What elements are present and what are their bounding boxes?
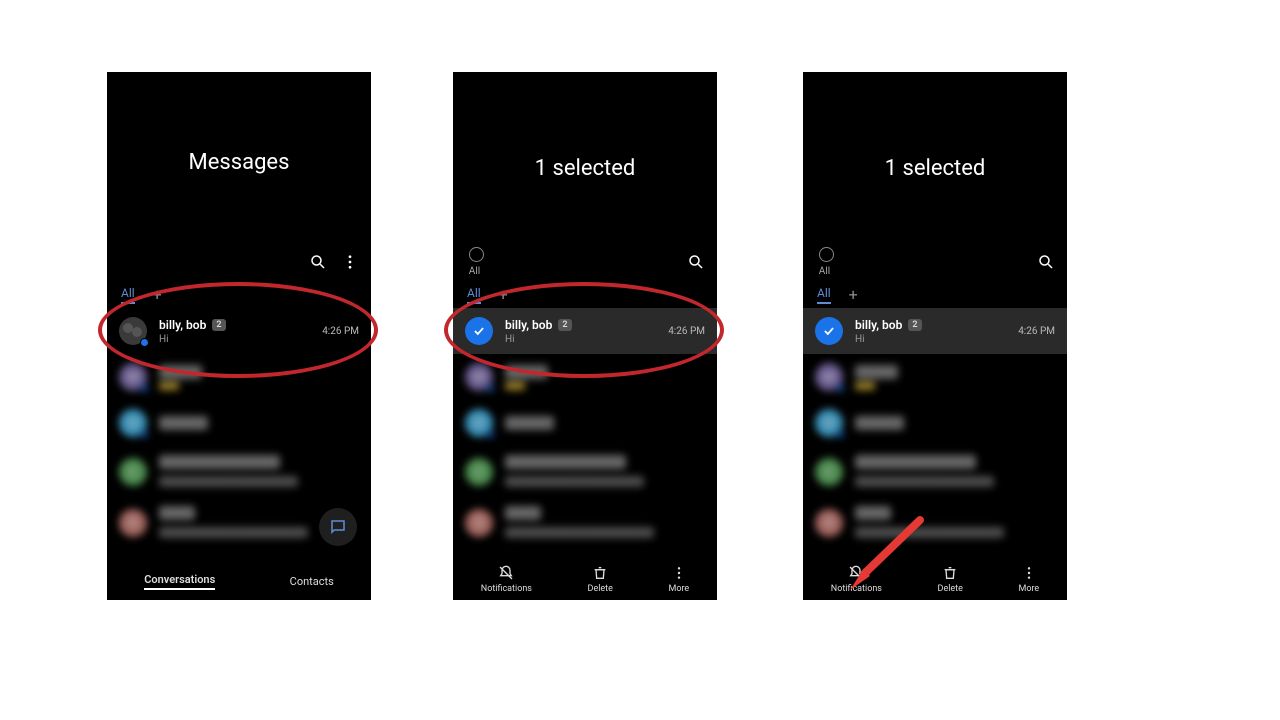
more-icon[interactable] [341, 253, 359, 271]
compose-fab[interactable] [319, 508, 357, 546]
avatar: N [119, 409, 147, 437]
selection-action-bar: Notifications Delete More [803, 559, 1067, 600]
search-icon[interactable] [1037, 253, 1055, 271]
avatar: R [465, 509, 493, 537]
unread-badge: 2 [212, 319, 225, 331]
conversation-list: billy, bob 2 Hi 4:26 PM M xxxxxxx N xxxxx… [803, 308, 1067, 560]
avatar: R [119, 509, 147, 537]
search-icon[interactable] [687, 253, 705, 271]
conversation-preview: Hi [159, 334, 310, 345]
selection-action-bar: Notifications Delete More [453, 559, 717, 600]
avatar: M [815, 363, 843, 391]
avatar: C [119, 458, 147, 486]
unread-badge: 2 [558, 319, 571, 331]
checkmark-icon [465, 317, 493, 345]
conversation-time: 4:26 PM [1018, 326, 1055, 337]
conversation-row[interactable]: M xxxxxxx [453, 354, 717, 400]
avatar: C [465, 458, 493, 486]
checkmark-icon [815, 317, 843, 345]
delete-action[interactable]: Delete [938, 565, 963, 594]
search-icon[interactable] [309, 253, 327, 271]
conversation-preview: Hi [505, 334, 656, 345]
conversation-preview: Hi [855, 334, 1006, 345]
conversation-row[interactable]: C xxxxxxxxxxxxxxxxxxxxxxxxxxxxxxxxxxxxxx… [107, 446, 371, 497]
category-tabs: All + [803, 286, 1067, 304]
phone-screen-3: 1 selected All All + billy, bob 2 Hi 4:26… [803, 72, 1067, 600]
notifications-action[interactable]: Notifications [831, 565, 882, 594]
tab-all[interactable]: All [121, 286, 135, 304]
avatar: C [815, 458, 843, 486]
conversation-row[interactable]: N xxxxxxxx [107, 400, 371, 446]
conversation-name: billy, bob [505, 318, 552, 332]
conversation-row[interactable]: M xxxxxxx [803, 354, 1067, 400]
delete-action[interactable]: Delete [588, 565, 613, 594]
category-tabs: All + [107, 286, 371, 304]
conversation-row[interactable]: C xxxxxxxxxxxxxxxxxxxxxxxxxxxxxxxxxxxxxx… [453, 446, 717, 497]
tab-conversations[interactable]: Conversations [144, 573, 215, 590]
conversation-row[interactable]: R xxxxxxxxxxxxxxxxxxxxxxxxxxxxxxxxxxxx [803, 497, 1067, 548]
conversation-name: billy, bob [855, 318, 902, 332]
avatar: R [815, 509, 843, 537]
phone-screen-1: Messages All + billy, bob 2 Hi 4:26 PM M … [107, 72, 371, 600]
avatar: M [119, 363, 147, 391]
unread-badge: 2 [908, 319, 921, 331]
tab-contacts[interactable]: Contacts [290, 575, 334, 588]
select-all-label: All [469, 266, 480, 277]
page-title: 1 selected [453, 156, 717, 181]
conversation-row[interactable]: N xxxxxxxx [803, 400, 1067, 446]
category-tabs: All + [453, 286, 717, 304]
group-avatar-icon [119, 317, 147, 345]
avatar: N [465, 409, 493, 437]
conversation-list: billy, bob 2 Hi 4:26 PM M xxxxxxx N xxxxx… [453, 308, 717, 560]
select-all-checkbox[interactable] [819, 247, 834, 262]
avatar: M [465, 363, 493, 391]
notifications-action[interactable]: Notifications [481, 565, 532, 594]
more-action[interactable]: More [668, 565, 689, 594]
more-action[interactable]: More [1018, 565, 1039, 594]
toolbar: All [803, 248, 1067, 276]
add-category-icon[interactable]: + [499, 290, 508, 300]
select-all-label: All [819, 266, 830, 277]
conversation-row[interactable]: R xxxxxxxxxxxxxxxxxxxxxxxxxxxxxxxxxxxx [453, 497, 717, 548]
avatar: N [815, 409, 843, 437]
toolbar: All [453, 248, 717, 276]
toolbar [107, 248, 371, 276]
tab-all[interactable]: All [467, 286, 481, 304]
conversation-row[interactable]: M xxxxxxx [107, 354, 371, 400]
add-category-icon[interactable]: + [849, 290, 858, 300]
select-all-checkbox[interactable] [469, 247, 484, 262]
conversation-row[interactable]: billy, bob 2 Hi 4:26 PM [803, 308, 1067, 354]
tab-all[interactable]: All [817, 286, 831, 304]
conversation-time: 4:26 PM [322, 326, 359, 337]
page-title: 1 selected [803, 156, 1067, 181]
conversation-time: 4:26 PM [668, 326, 705, 337]
conversation-name: billy, bob [159, 318, 206, 332]
page-title: Messages [107, 150, 371, 175]
add-category-icon[interactable]: + [153, 290, 162, 300]
conversation-row[interactable]: N xxxxxxxx [453, 400, 717, 446]
phone-screen-2: 1 selected All All + billy, bob 2 Hi 4:26… [453, 72, 717, 600]
conversation-row[interactable]: C xxxxxxxxxxxxxxxxxxxxxxxxxxxxxxxxxxxxxx… [803, 446, 1067, 497]
conversation-row[interactable]: billy, bob 2 Hi 4:26 PM [453, 308, 717, 354]
conversation-row[interactable]: billy, bob 2 Hi 4:26 PM [107, 308, 371, 354]
bottom-tabs: Conversations Contacts [107, 565, 371, 598]
